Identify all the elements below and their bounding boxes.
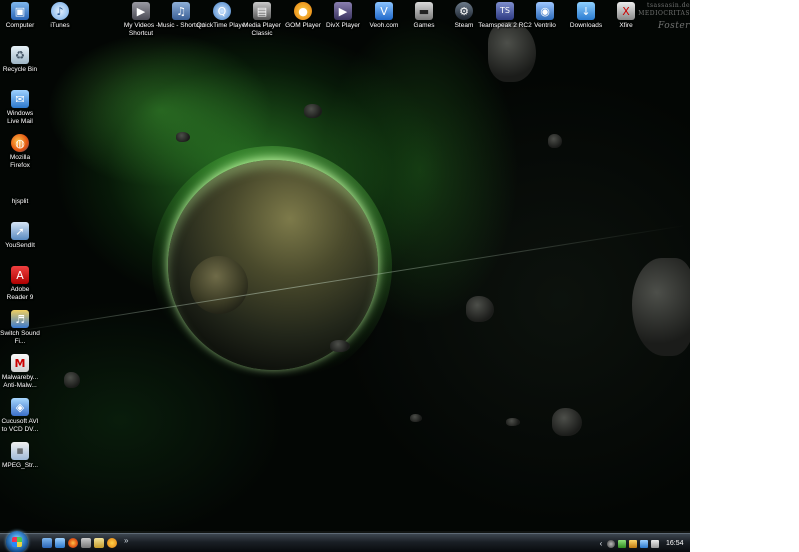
- asteroid: [176, 132, 190, 142]
- taskbar-clock[interactable]: 16:54: [666, 540, 684, 547]
- steam-tray-icon[interactable]: [607, 539, 615, 548]
- folder-icon[interactable]: [94, 538, 104, 548]
- malwarebytes-icon: M: [11, 354, 29, 372]
- windows-live-mail-icon: ✉: [11, 90, 29, 108]
- asteroid: [304, 104, 322, 118]
- adobe-reader-icon: A: [11, 266, 29, 284]
- games-icon: ▬: [415, 2, 433, 20]
- asteroid: [552, 408, 582, 436]
- ventrilo-icon: ◉: [536, 2, 554, 20]
- firefox-icon[interactable]: [68, 538, 78, 548]
- teamspeak-icon: TS: [496, 2, 514, 20]
- desktop-icon-hjsplit[interactable]: hjsplit: [0, 178, 48, 206]
- desktop-icon-yousendit[interactable]: ➚ YouSendIt: [0, 222, 48, 250]
- start-button[interactable]: [6, 531, 28, 552]
- desktop-icon-label: hjsplit: [11, 198, 29, 205]
- asteroid: [488, 22, 536, 82]
- mpeg-streamclip-icon: ▦: [11, 442, 29, 460]
- desktop-icon-label: iTunes: [50, 22, 70, 29]
- desktop-icon-label: Malwareby... Anti-Malw...: [1, 374, 39, 389]
- media-player-classic-icon: ▤: [253, 2, 271, 20]
- desktop-icon-malwarebytes[interactable]: M Malwareby... Anti-Malw...: [0, 354, 48, 390]
- downloads-icon: ↓: [577, 2, 595, 20]
- show-hidden-icons-chevron-icon[interactable]: ‹: [598, 539, 604, 548]
- gom-player-icon[interactable]: [107, 538, 117, 548]
- windows-live-mail-icon[interactable]: [55, 538, 65, 548]
- moon: [190, 256, 248, 314]
- gom-player-icon: ●: [294, 2, 312, 20]
- desktop-icon-windows-live-mail[interactable]: ✉ Windows Live Mail: [0, 90, 48, 126]
- asteroid: [64, 372, 80, 388]
- desktop-icon-itunes[interactable]: ♪ iTunes: [32, 2, 88, 30]
- desktop-icon-switch-sound[interactable]: ♬ Switch Sound Fi...: [0, 310, 48, 346]
- asteroid: [506, 418, 520, 426]
- switch-sound-icon: ♬: [11, 310, 29, 328]
- asteroid: [410, 414, 422, 422]
- asteroid: [632, 258, 690, 356]
- windows-logo-icon: [12, 537, 22, 547]
- media-player-icon[interactable]: [81, 538, 91, 548]
- firefox-icon: ◍: [11, 134, 29, 152]
- desktop-icon-recycle-bin[interactable]: ♻ Recycle Bin: [0, 46, 48, 74]
- network-icon[interactable]: [640, 539, 648, 548]
- desktop-icon-label: Mozilla Firefox: [9, 154, 31, 169]
- desktop-icon-label: Xfire: [619, 22, 633, 29]
- desktop-icon-label: Adobe Reader 9: [6, 286, 34, 301]
- yousendit-icon: ➚: [11, 222, 29, 240]
- asteroid: [548, 134, 562, 148]
- desktop-icon-label: Cucusoft AVI to VCD DV...: [1, 418, 39, 433]
- system-tray: ‹ 16:54: [598, 536, 690, 551]
- taskbar: » ‹ 16:54: [0, 531, 690, 552]
- desktop-wallpaper: tsassasin.de MEDIOCRITAS Foster ▣ Comput…: [0, 0, 690, 552]
- quick-launch-overflow-chevron-icon[interactable]: »: [124, 536, 128, 545]
- recycle-bin-icon: ♻: [11, 46, 29, 64]
- steam-icon: ⚙: [455, 2, 473, 20]
- desktop-icon-firefox[interactable]: ◍ Mozilla Firefox: [0, 134, 48, 170]
- action-center-flag-icon[interactable]: [629, 539, 637, 548]
- music-shortcut-icon: ♫: [172, 2, 190, 20]
- divx-player-icon: ▶: [334, 2, 352, 20]
- veoh-icon: V: [375, 2, 393, 20]
- hjsplit-icon: [11, 178, 29, 196]
- computer-icon: ▣: [11, 2, 29, 20]
- desktop-icon-label: MPEG_Str...: [1, 462, 39, 469]
- xfire-icon: X: [617, 2, 635, 20]
- desktop-icon-label: Recycle Bin: [2, 66, 38, 73]
- desktop-icon-label: Switch Sound Fi...: [0, 330, 40, 345]
- cucusoft-icon: ◈: [11, 398, 29, 416]
- desktop-icon-label: Windows Live Mail: [6, 110, 34, 125]
- desktop-icon-label: YouSendIt: [5, 242, 35, 249]
- desktop-icon-cucusoft[interactable]: ◈ Cucusoft AVI to VCD DV...: [0, 398, 48, 434]
- itunes-icon: ♪: [51, 2, 69, 20]
- desktop-icon-mpeg-streamclip[interactable]: ▦ MPEG_Str...: [0, 442, 48, 470]
- desktop-icon-adobe-reader[interactable]: A Adobe Reader 9: [0, 266, 48, 302]
- quick-launch-bar: [42, 538, 117, 550]
- show-desktop-icon[interactable]: [42, 538, 52, 548]
- asteroid: [330, 340, 350, 352]
- desktop-icon-xfire[interactable]: X Xfire: [598, 2, 654, 30]
- videos-shortcut-icon: ▶: [132, 2, 150, 20]
- asteroid: [466, 296, 494, 322]
- quicktime-icon: Q: [213, 2, 231, 20]
- volume-icon[interactable]: [651, 539, 659, 548]
- security-tray-icon[interactable]: [618, 539, 626, 548]
